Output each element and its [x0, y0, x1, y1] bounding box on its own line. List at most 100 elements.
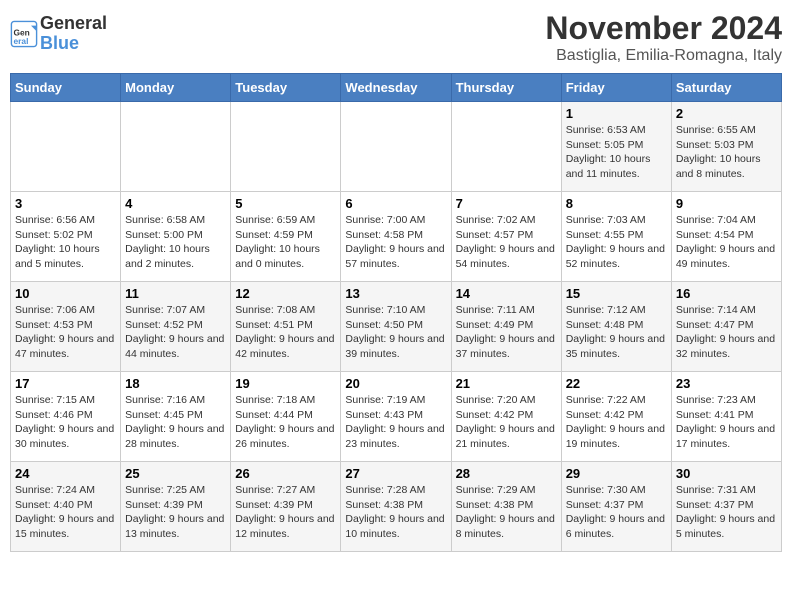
logo-icon: Gen eral [10, 20, 38, 48]
calendar-cell: 6 Sunrise: 7:00 AM Sunset: 4:58 PM Daylig… [341, 192, 451, 282]
day-info: Sunrise: 7:28 AM Sunset: 4:38 PM Dayligh… [345, 483, 446, 542]
day-number: 5 [235, 196, 336, 211]
calendar-week-1: 1 Sunrise: 6:53 AM Sunset: 5:05 PM Daylig… [11, 102, 782, 192]
calendar-cell: 20Sunrise: 7:19 AM Sunset: 4:43 PM Dayli… [341, 372, 451, 462]
day-number: 22 [566, 376, 667, 391]
day-info: Sunrise: 7:15 AM Sunset: 4:46 PM Dayligh… [15, 393, 116, 452]
calendar-cell: 2 Sunrise: 6:55 AM Sunset: 5:03 PM Daylig… [671, 102, 781, 192]
day-header-saturday: Saturday [671, 74, 781, 102]
logo-line2: Blue [40, 33, 79, 53]
day-info: Sunrise: 7:25 AM Sunset: 4:39 PM Dayligh… [125, 483, 226, 542]
calendar-cell [451, 102, 561, 192]
calendar-cell: 10 Sunrise: 7:06 AM Sunset: 4:53 PM Dayli… [11, 282, 121, 372]
calendar-cell: 11 Sunrise: 7:07 AM Sunset: 4:52 PM Dayli… [121, 282, 231, 372]
day-info: Sunrise: 7:18 AM Sunset: 4:44 PM Dayligh… [235, 393, 336, 452]
day-number: 12 [235, 286, 336, 301]
day-number: 4 [125, 196, 226, 211]
day-info: Sunrise: 7:24 AM Sunset: 4:40 PM Dayligh… [15, 483, 116, 542]
calendar-cell [121, 102, 231, 192]
calendar-cell: 1 Sunrise: 6:53 AM Sunset: 5:05 PM Daylig… [561, 102, 671, 192]
day-number: 18 [125, 376, 226, 391]
calendar-cell: 12 Sunrise: 7:08 AM Sunset: 4:51 PM Dayli… [231, 282, 341, 372]
day-number: 7 [456, 196, 557, 211]
calendar-cell: 19 Sunrise: 7:18 AM Sunset: 4:44 PM Dayli… [231, 372, 341, 462]
day-number: 16 [676, 286, 777, 301]
day-number: 28 [456, 466, 557, 481]
day-number: 19 [235, 376, 336, 391]
calendar-cell: 27Sunrise: 7:28 AM Sunset: 4:38 PM Dayli… [341, 462, 451, 552]
calendar-week-5: 24 Sunrise: 7:24 AM Sunset: 4:40 PM Dayli… [11, 462, 782, 552]
day-info: Sunrise: 7:22 AM Sunset: 4:42 PM Dayligh… [566, 393, 667, 452]
day-info: Sunrise: 7:31 AM Sunset: 4:37 PM Dayligh… [676, 483, 777, 542]
day-header-sunday: Sunday [11, 74, 121, 102]
day-number: 21 [456, 376, 557, 391]
day-info: Sunrise: 7:06 AM Sunset: 4:53 PM Dayligh… [15, 303, 116, 362]
calendar-cell: 24 Sunrise: 7:24 AM Sunset: 4:40 PM Dayli… [11, 462, 121, 552]
calendar-cell: 25 Sunrise: 7:25 AM Sunset: 4:39 PM Dayli… [121, 462, 231, 552]
day-info: Sunrise: 7:03 AM Sunset: 4:55 PM Dayligh… [566, 213, 667, 272]
day-number: 24 [15, 466, 116, 481]
day-number: 9 [676, 196, 777, 211]
day-number: 25 [125, 466, 226, 481]
day-info: Sunrise: 6:55 AM Sunset: 5:03 PM Dayligh… [676, 123, 777, 182]
day-info: Sunrise: 7:27 AM Sunset: 4:39 PM Dayligh… [235, 483, 336, 542]
day-number: 10 [15, 286, 116, 301]
calendar-cell: 13 Sunrise: 7:10 AM Sunset: 4:50 PM Dayli… [341, 282, 451, 372]
day-number: 13 [345, 286, 446, 301]
calendar-cell [231, 102, 341, 192]
day-info: Sunrise: 7:04 AM Sunset: 4:54 PM Dayligh… [676, 213, 777, 272]
day-header-friday: Friday [561, 74, 671, 102]
day-info: Sunrise: 7:23 AM Sunset: 4:41 PM Dayligh… [676, 393, 777, 452]
day-number: 14 [456, 286, 557, 301]
calendar-cell: 5 Sunrise: 6:59 AM Sunset: 4:59 PM Daylig… [231, 192, 341, 282]
calendar-week-3: 10 Sunrise: 7:06 AM Sunset: 4:53 PM Dayli… [11, 282, 782, 372]
day-info: Sunrise: 6:59 AM Sunset: 4:59 PM Dayligh… [235, 213, 336, 272]
calendar-cell: 4Sunrise: 6:58 AM Sunset: 5:00 PM Daylig… [121, 192, 231, 282]
day-number: 29 [566, 466, 667, 481]
day-number: 11 [125, 286, 226, 301]
day-info: Sunrise: 7:14 AM Sunset: 4:47 PM Dayligh… [676, 303, 777, 362]
day-number: 30 [676, 466, 777, 481]
calendar-cell: 30 Sunrise: 7:31 AM Sunset: 4:37 PM Dayli… [671, 462, 781, 552]
calendar-cell: 21Sunrise: 7:20 AM Sunset: 4:42 PM Dayli… [451, 372, 561, 462]
calendar-cell [11, 102, 121, 192]
calendar-header-row: SundayMondayTuesdayWednesdayThursdayFrid… [11, 74, 782, 102]
calendar-cell: 3Sunrise: 6:56 AM Sunset: 5:02 PM Daylig… [11, 192, 121, 282]
title-area: November 2024 Bastiglia, Emilia-Romagna,… [545, 10, 782, 65]
day-number: 8 [566, 196, 667, 211]
calendar-cell: 16 Sunrise: 7:14 AM Sunset: 4:47 PM Dayli… [671, 282, 781, 372]
calendar-cell: 29Sunrise: 7:30 AM Sunset: 4:37 PM Dayli… [561, 462, 671, 552]
day-number: 1 [566, 106, 667, 121]
day-info: Sunrise: 7:29 AM Sunset: 4:38 PM Dayligh… [456, 483, 557, 542]
calendar-cell: 9 Sunrise: 7:04 AM Sunset: 4:54 PM Daylig… [671, 192, 781, 282]
day-info: Sunrise: 7:08 AM Sunset: 4:51 PM Dayligh… [235, 303, 336, 362]
calendar-cell: 18 Sunrise: 7:16 AM Sunset: 4:45 PM Dayli… [121, 372, 231, 462]
day-info: Sunrise: 7:07 AM Sunset: 4:52 PM Dayligh… [125, 303, 226, 362]
day-number: 20 [345, 376, 446, 391]
calendar-cell: 14 Sunrise: 7:11 AM Sunset: 4:49 PM Dayli… [451, 282, 561, 372]
day-info: Sunrise: 7:16 AM Sunset: 4:45 PM Dayligh… [125, 393, 226, 452]
day-header-tuesday: Tuesday [231, 74, 341, 102]
day-info: Sunrise: 7:11 AM Sunset: 4:49 PM Dayligh… [456, 303, 557, 362]
month-title: November 2024 [545, 10, 782, 47]
location-title: Bastiglia, Emilia-Romagna, Italy [545, 47, 782, 65]
day-info: Sunrise: 6:56 AM Sunset: 5:02 PM Dayligh… [15, 213, 116, 272]
day-number: 6 [345, 196, 446, 211]
calendar-cell [341, 102, 451, 192]
logo-text: General Blue [40, 14, 107, 54]
day-info: Sunrise: 7:00 AM Sunset: 4:58 PM Dayligh… [345, 213, 446, 272]
day-info: Sunrise: 7:02 AM Sunset: 4:57 PM Dayligh… [456, 213, 557, 272]
svg-text:eral: eral [14, 36, 29, 46]
calendar-week-4: 17 Sunrise: 7:15 AM Sunset: 4:46 PM Dayli… [11, 372, 782, 462]
day-info: Sunrise: 7:10 AM Sunset: 4:50 PM Dayligh… [345, 303, 446, 362]
day-header-thursday: Thursday [451, 74, 561, 102]
day-header-monday: Monday [121, 74, 231, 102]
calendar-cell: 28 Sunrise: 7:29 AM Sunset: 4:38 PM Dayli… [451, 462, 561, 552]
day-number: 17 [15, 376, 116, 391]
logo-line1: General [40, 13, 107, 33]
day-number: 15 [566, 286, 667, 301]
day-number: 2 [676, 106, 777, 121]
calendar-cell: 26Sunrise: 7:27 AM Sunset: 4:39 PM Dayli… [231, 462, 341, 552]
day-info: Sunrise: 6:53 AM Sunset: 5:05 PM Dayligh… [566, 123, 667, 182]
calendar-cell: 8 Sunrise: 7:03 AM Sunset: 4:55 PM Daylig… [561, 192, 671, 282]
